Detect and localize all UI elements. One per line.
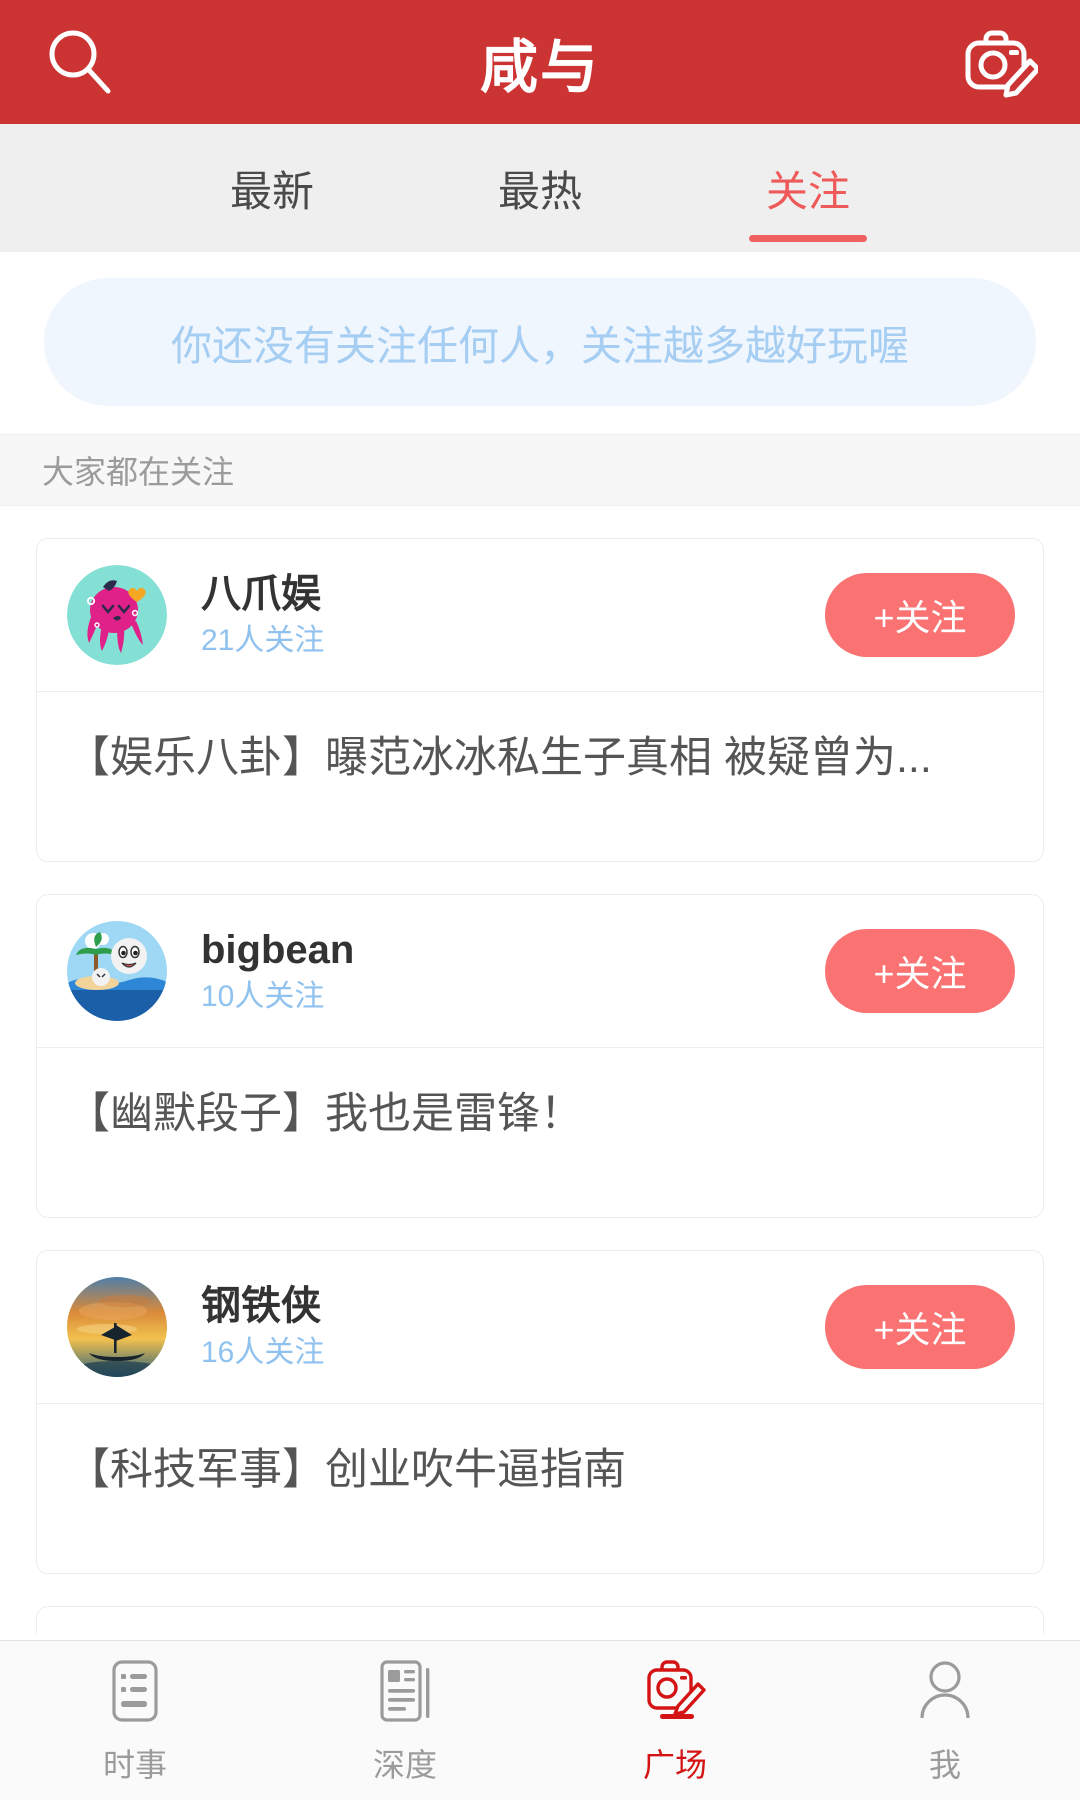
nav-item-depth[interactable]: 深度 xyxy=(270,1641,540,1800)
camera-edit-icon xyxy=(642,1656,708,1726)
follow-button[interactable]: +关注 xyxy=(825,929,1015,1013)
username: 八爪娱 xyxy=(201,572,321,616)
category-tabs: 最新 最热 关注 xyxy=(0,124,1080,252)
nav-item-depth-label: 深度 xyxy=(372,1746,437,1783)
tab-hottest[interactable]: 最热 xyxy=(406,124,674,252)
tab-latest-label: 最新 xyxy=(229,167,314,215)
card-header: bigbean 10人关注 +关注 xyxy=(37,895,1043,1047)
post-title: 【幽默段子】我也是雷锋！ xyxy=(67,1090,583,1138)
card-header: 钢铁侠 16人关注 +关注 xyxy=(37,1251,1043,1403)
app-header: 咸与 xyxy=(0,0,1080,124)
user-meta: 钢铁侠 16人关注 xyxy=(167,1286,825,1368)
follow-button[interactable]: +关注 xyxy=(825,573,1015,657)
section-header: 大家都在关注 xyxy=(0,434,1080,506)
tab-following[interactable]: 关注 xyxy=(674,124,942,252)
notice-container: 你还没有关注任何人，关注越多越好玩喔 xyxy=(0,252,1080,434)
follow-button[interactable]: +关注 xyxy=(825,1285,1015,1369)
list-item-partial[interactable] xyxy=(36,1606,1044,1634)
list-item[interactable]: 八爪娱 21人关注 +关注 【娱乐八卦】曝范冰冰私生子真相 被疑曾为... xyxy=(36,538,1044,862)
user-meta: bigbean 10人关注 xyxy=(167,930,825,1012)
username: 钢铁侠 xyxy=(201,1284,321,1328)
nav-item-profile[interactable]: 我 xyxy=(810,1641,1080,1800)
tab-hottest-label: 最热 xyxy=(497,167,582,215)
card-body[interactable]: 【娱乐八卦】曝范冰冰私生子真相 被疑曾为... xyxy=(37,691,1043,861)
list-item[interactable]: 钢铁侠 16人关注 +关注 【科技军事】创业吹牛逼指南 xyxy=(36,1250,1044,1574)
nav-item-news-label: 时事 xyxy=(102,1746,167,1783)
page-title: 咸与 xyxy=(479,33,600,101)
list-icon xyxy=(104,1656,166,1726)
nav-item-square-label: 广场 xyxy=(642,1746,707,1783)
post-title: 【科技军事】创业吹牛逼指南 xyxy=(67,1446,626,1494)
tab-latest[interactable]: 最新 xyxy=(138,124,406,252)
island-avatar[interactable] xyxy=(67,921,167,1021)
nav-item-square[interactable]: 广场 xyxy=(540,1641,810,1800)
person-icon xyxy=(914,1656,976,1726)
empty-follow-notice[interactable]: 你还没有关注任何人，关注越多越好玩喔 xyxy=(44,278,1036,406)
username: bigbean xyxy=(201,928,355,972)
tab-following-label: 关注 xyxy=(765,167,850,215)
recommended-user-list[interactable]: 八爪娱 21人关注 +关注 【娱乐八卦】曝范冰冰私生子真相 被疑曾为... bi… xyxy=(0,506,1080,1640)
empty-follow-notice-text: 你还没有关注任何人，关注越多越好玩喔 xyxy=(171,323,909,369)
user-meta: 八爪娱 21人关注 xyxy=(167,574,825,656)
tab-underline xyxy=(749,235,867,242)
list-item[interactable]: bigbean 10人关注 +关注 【幽默段子】我也是雷锋！ xyxy=(36,894,1044,1218)
section-header-label: 大家都在关注 xyxy=(42,454,235,490)
card-header: 八爪娱 21人关注 +关注 xyxy=(37,539,1043,691)
camera-edit-icon[interactable] xyxy=(960,23,1038,101)
card-body[interactable]: 【科技军事】创业吹牛逼指南 xyxy=(37,1403,1043,1573)
follower-count: 10人关注 xyxy=(201,980,325,1013)
sunset-boat-avatar[interactable] xyxy=(67,1277,167,1377)
app-root: 咸与 最新 最热 关注 你还没有关注任何人，关注越多越好玩喔 大家都在关注 八爪… xyxy=(0,0,1080,1800)
octopus-avatar[interactable] xyxy=(67,565,167,665)
article-icon xyxy=(374,1656,436,1726)
post-title: 【娱乐八卦】曝范冰冰私生子真相 被疑曾为... xyxy=(67,734,932,782)
follower-count: 16人关注 xyxy=(201,1336,325,1369)
follower-count: 21人关注 xyxy=(201,624,325,657)
card-body[interactable]: 【幽默段子】我也是雷锋！ xyxy=(37,1047,1043,1217)
nav-item-news[interactable]: 时事 xyxy=(0,1641,270,1800)
search-icon[interactable] xyxy=(42,23,120,101)
nav-item-profile-label: 我 xyxy=(928,1746,961,1783)
bottom-navigation: 时事 深度 广场 我 xyxy=(0,1640,1080,1800)
